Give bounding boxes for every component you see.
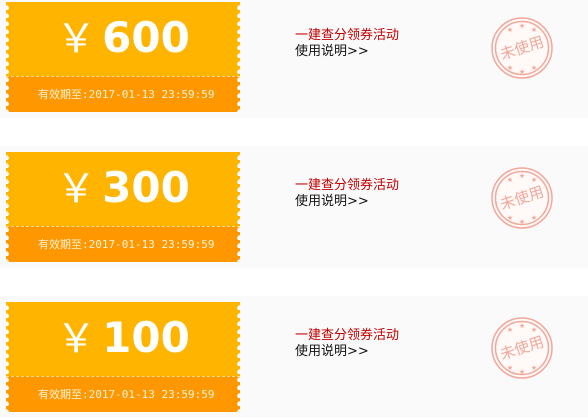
svg-text:★: ★ [531,326,537,334]
svg-text:★: ★ [531,176,537,184]
coupon-expiry: 有效期至:2017-01-13 23:59:59 [38,386,214,402]
coupon-expiry-area: 有效期至:2017-01-13 23:59:59 [6,226,240,262]
coupon-expiry: 有效期至:2017-01-13 23:59:59 [38,86,214,102]
activity-name: 一建查分领券活动 [295,328,400,343]
currency-symbol: ￥ [56,166,97,212]
unused-stamp-graphic: ★ ★ ★ ★ ★ ★ 未使用 [491,317,553,379]
coupon-card: ￥ 100 有效期至:2017-01-13 23:59:59 一建查分领券活动 使… [0,296,588,418]
svg-text:★: ★ [519,218,525,226]
usage-instructions-link[interactable]: 使用说明>> [295,194,399,210]
currency-symbol: ￥ [56,316,97,362]
svg-text:★: ★ [519,368,525,376]
svg-text:★: ★ [507,214,513,222]
coupon-ticket: ￥ 100 有效期至:2017-01-13 23:59:59 [6,302,240,412]
svg-text:★: ★ [507,326,513,334]
coupon-expiry-area: 有效期至:2017-01-13 23:59:59 [6,76,240,112]
coupon-list: ￥ 600 有效期至:2017-01-13 23:59:59 一建查分领券活动 使… [0,0,588,419]
svg-text:★: ★ [507,364,513,372]
coupon-info: 一建查分领券活动 使用说明>> [295,328,399,360]
svg-text:★: ★ [531,64,537,72]
expiry-value: :2017-01-13 23:59:59 [82,388,215,401]
usage-instructions-link[interactable]: 使用说明>> [295,44,399,60]
unused-stamp: ★ ★ ★ ★ ★ ★ 未使用 [490,166,554,230]
coupon-amount: ￥ 600 [6,14,240,71]
coupon-ticket: ￥ 600 有效期至:2017-01-13 23:59:59 [6,2,240,112]
svg-text:★: ★ [519,322,525,330]
svg-text:★: ★ [531,214,537,222]
coupon-expiry: 有效期至:2017-01-13 23:59:59 [38,236,214,252]
svg-text:★: ★ [531,364,537,372]
expiry-label: 有效期至 [38,388,82,401]
coupon-value: 600 [102,13,190,62]
coupon-card: ￥ 600 有效期至:2017-01-13 23:59:59 一建查分领券活动 使… [0,0,588,118]
svg-text:★: ★ [519,68,525,76]
svg-text:★: ★ [519,22,525,30]
unused-stamp: ★ ★ ★ ★ ★ ★ 未使用 [490,316,554,380]
unused-stamp-graphic: ★ ★ ★ ★ ★ ★ 未使用 [491,167,553,229]
coupon-value: 300 [102,163,190,212]
currency-symbol: ￥ [56,16,97,62]
expiry-value: :2017-01-13 23:59:59 [82,88,215,101]
coupon-amount: ￥ 100 [6,314,240,371]
svg-text:★: ★ [507,176,513,184]
coupon-info: 一建查分领券活动 使用说明>> [295,28,399,60]
activity-name: 一建查分领券活动 [295,28,400,43]
activity-name: 一建查分领券活动 [295,178,400,193]
svg-text:★: ★ [507,64,513,72]
usage-instructions-link[interactable]: 使用说明>> [295,344,399,360]
coupon-card: ￥ 300 有效期至:2017-01-13 23:59:59 一建查分领券活动 使… [0,146,588,268]
coupon-expiry-area: 有效期至:2017-01-13 23:59:59 [6,376,240,412]
svg-text:★: ★ [519,172,525,180]
expiry-label: 有效期至 [38,88,82,101]
unused-stamp: ★ ★ ★ ★ ★ ★ 未使用 [490,16,554,80]
coupon-amount: ￥ 300 [6,164,240,221]
coupon-ticket: ￥ 300 有效期至:2017-01-13 23:59:59 [6,152,240,262]
coupon-amount-area: ￥ 300 [6,152,240,226]
coupon-amount-area: ￥ 600 [6,2,240,76]
svg-text:★: ★ [531,26,537,34]
svg-text:★: ★ [507,26,513,34]
expiry-label: 有效期至 [38,238,82,251]
coupon-info: 一建查分领券活动 使用说明>> [295,178,399,210]
unused-stamp-graphic: ★ ★ ★ ★ ★ ★ 未使用 [491,17,553,79]
coupon-amount-area: ￥ 100 [6,302,240,376]
expiry-value: :2017-01-13 23:59:59 [82,238,215,251]
coupon-value: 100 [102,313,190,362]
